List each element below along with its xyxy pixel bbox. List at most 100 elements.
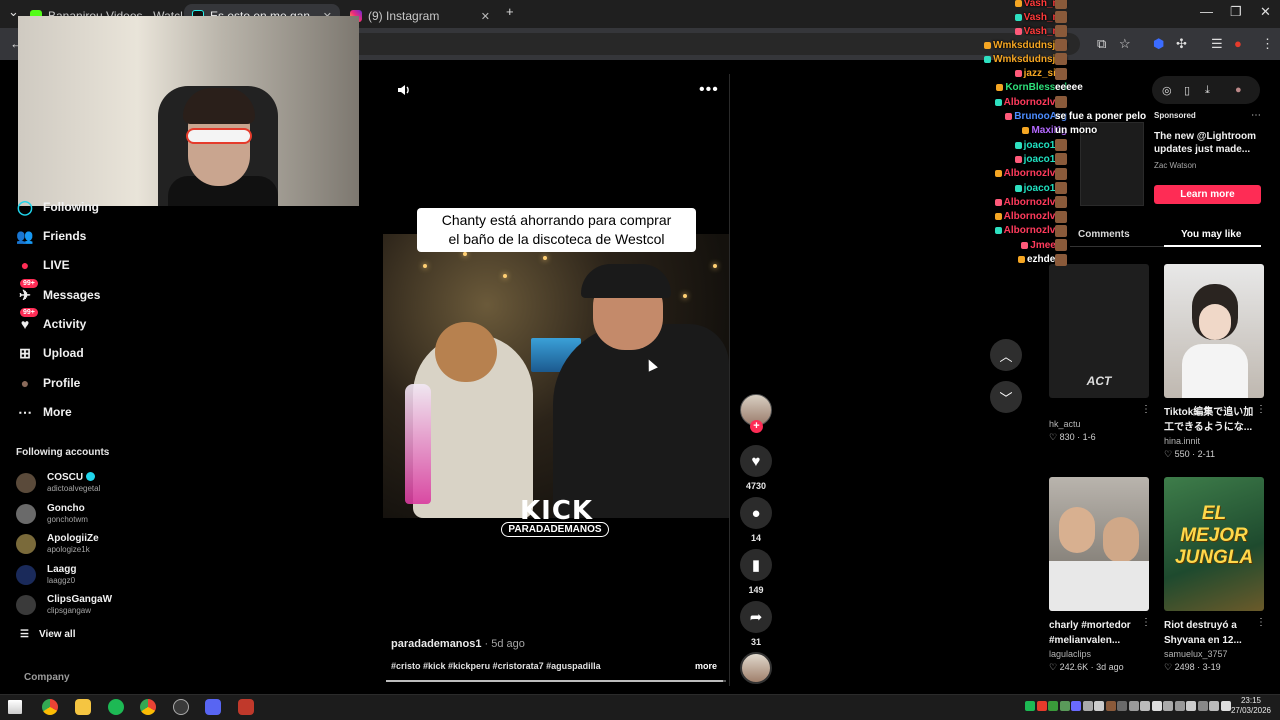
- video-card-user[interactable]: hina.innit: [1164, 436, 1200, 446]
- video-card-user[interactable]: samuelux_3757: [1164, 649, 1228, 659]
- tray-icon[interactable]: [1048, 701, 1058, 711]
- sidebar-item-activity[interactable]: ♥ 99+ Activity: [16, 308, 86, 335]
- sponsored-more-icon[interactable]: ⋯: [1251, 110, 1261, 121]
- download-icon[interactable]: ⤓: [1205, 84, 1210, 97]
- following-account-item[interactable]: Laagg laaggz0: [16, 562, 216, 588]
- sidebar-item-profile[interactable]: ● Profile: [16, 372, 81, 394]
- tray-icon[interactable]: [1036, 701, 1047, 711]
- tray-icon[interactable]: [1163, 701, 1173, 711]
- tray-icon[interactable]: [1105, 701, 1116, 711]
- save-button[interactable]: ▮: [740, 549, 772, 581]
- tray-icon[interactable]: [1094, 701, 1104, 711]
- video-hashtags[interactable]: #cristo #kick #kickperu #cristorata7 #ag…: [391, 661, 601, 671]
- tray-icon[interactable]: [1209, 701, 1219, 711]
- sponsored-author[interactable]: Zac Watson: [1154, 161, 1196, 170]
- profile-avatar-icon[interactable]: ●: [1234, 36, 1242, 51]
- next-video-button[interactable]: ﹀: [990, 381, 1022, 413]
- video-progress-bar[interactable]: [386, 680, 726, 682]
- account-name: ClipsGangaW: [47, 594, 112, 605]
- discord-icon[interactable]: [205, 699, 221, 715]
- restore-icon[interactable]: ❐: [1230, 4, 1242, 20]
- app-red-icon[interactable]: [238, 699, 254, 715]
- tab-you-may-like[interactable]: You may like: [1181, 229, 1241, 240]
- close-window-icon[interactable]: ✕: [1260, 4, 1271, 20]
- install-icon[interactable]: ⧉: [1097, 36, 1106, 52]
- follow-plus-icon[interactable]: +: [750, 420, 763, 433]
- tray-icon[interactable]: [1059, 701, 1070, 711]
- bookmark-star-icon[interactable]: ☆: [1119, 36, 1131, 52]
- video-card-thumbnail[interactable]: [1164, 264, 1264, 398]
- learn-more-button[interactable]: Learn more: [1154, 185, 1261, 204]
- tray-icon[interactable]: [1128, 701, 1139, 711]
- tray-icon[interactable]: [1071, 701, 1081, 711]
- bokeh-light: [423, 264, 427, 268]
- reading-list-icon[interactable]: ☰: [1211, 36, 1223, 52]
- sidebar-item-upload[interactable]: ⊞ Upload: [16, 342, 84, 364]
- minimize-icon[interactable]: —: [1200, 4, 1213, 19]
- share-count: 31: [750, 637, 761, 647]
- bokeh-light: [503, 274, 507, 278]
- chrome-icon[interactable]: [42, 699, 58, 715]
- chrome-active-icon[interactable]: [140, 699, 156, 715]
- video-card-thumbnail[interactable]: EL MEJOR JUNGLA: [1164, 477, 1264, 611]
- extensions-icon[interactable]: ✣: [1176, 36, 1187, 52]
- sound-disc-avatar[interactable]: [740, 652, 772, 684]
- spotify-icon[interactable]: [108, 699, 124, 715]
- tray-icon[interactable]: [1082, 701, 1093, 711]
- video-card-title[interactable]: charly #mortedor #melianvalen...: [1049, 618, 1143, 648]
- tray-icon[interactable]: [1174, 701, 1185, 711]
- sidebar-item-more[interactable]: ⋯ More: [16, 401, 72, 423]
- view-all-link[interactable]: ☰ View all: [20, 629, 75, 640]
- video-card-user[interactable]: hk_actu: [1049, 419, 1081, 429]
- chat-user-avatar: [1055, 25, 1067, 37]
- card-more-icon[interactable]: ⋮: [1141, 404, 1151, 415]
- video-author[interactable]: paradademanos1 · 5d ago: [391, 638, 525, 650]
- comment-button[interactable]: ●: [740, 497, 772, 529]
- tab-instagram[interactable]: (9) Instagram ✕: [342, 4, 498, 28]
- user-avatar-icon[interactable]: ●: [1235, 84, 1242, 96]
- like-button[interactable]: ♥: [740, 445, 772, 477]
- video-card-user[interactable]: lagulaclips: [1049, 649, 1091, 659]
- following-account-item[interactable]: ClipsGangaW clipsgangaw: [16, 592, 216, 618]
- tray-icon[interactable]: [1025, 701, 1035, 711]
- share-button[interactable]: ➦: [740, 601, 772, 633]
- following-account-item[interactable]: Goncho gonchotwm: [16, 501, 216, 527]
- description-more-link[interactable]: more: [695, 661, 717, 671]
- taskbar-clock[interactable]: 23:15 27/03/2026: [1226, 696, 1276, 716]
- tray-icon[interactable]: [1140, 701, 1150, 711]
- device-icon[interactable]: ▯: [1184, 84, 1190, 97]
- obs-icon[interactable]: [173, 699, 189, 715]
- windows-start-icon[interactable]: [8, 700, 22, 714]
- video-card-title[interactable]: Tiktok編集で追い加工できるようにな...: [1164, 405, 1258, 435]
- author-name[interactable]: paradademanos1: [391, 638, 481, 650]
- compass-icon[interactable]: ◎: [1162, 84, 1172, 97]
- file-explorer-icon[interactable]: [75, 699, 91, 715]
- sidebar-item-friends[interactable]: 👥 Friends: [16, 225, 86, 247]
- video-card-thumbnail[interactable]: [1049, 477, 1149, 611]
- chat-badge-icon: [1014, 27, 1022, 35]
- video-frame[interactable]: [383, 234, 729, 518]
- volume-icon[interactable]: [397, 83, 411, 97]
- tray-icon[interactable]: [1151, 701, 1162, 711]
- video-card-thumbnail[interactable]: ACT: [1049, 264, 1149, 398]
- sponsored-title[interactable]: The new @Lightroom updates just made...: [1154, 130, 1264, 156]
- sidebar-item-messages[interactable]: ✈ 99+ Messages: [16, 279, 100, 306]
- heart-icon: ♥: [751, 452, 761, 470]
- following-account-item[interactable]: COSCU adictoalvegetal: [16, 470, 216, 496]
- sidebar-item-following[interactable]: ◯ Following: [16, 196, 99, 218]
- video-card-title[interactable]: Riot destruyó a Shyvana en 12...: [1164, 618, 1258, 648]
- extension-shield-icon[interactable]: ⬢: [1153, 36, 1164, 52]
- close-tab-icon[interactable]: ✕: [475, 10, 490, 23]
- new-tab-icon[interactable]: +: [506, 4, 514, 19]
- tray-icon[interactable]: [1197, 701, 1208, 711]
- tray-icon[interactable]: [1186, 701, 1196, 711]
- tray-icon[interactable]: [1117, 701, 1127, 711]
- company-link[interactable]: Company: [24, 672, 70, 683]
- previous-video-button[interactable]: ︿: [990, 339, 1022, 371]
- browser-menu-icon[interactable]: ⋮: [1261, 36, 1274, 52]
- sidebar-item-live[interactable]: ● LIVE: [16, 254, 70, 276]
- tab-comments[interactable]: Comments: [1078, 229, 1130, 240]
- video-more-options-icon[interactable]: •••: [699, 81, 719, 99]
- stats-separator: ·: [1189, 449, 1198, 459]
- following-account-item[interactable]: ApologiiZe apologize1k: [16, 531, 216, 557]
